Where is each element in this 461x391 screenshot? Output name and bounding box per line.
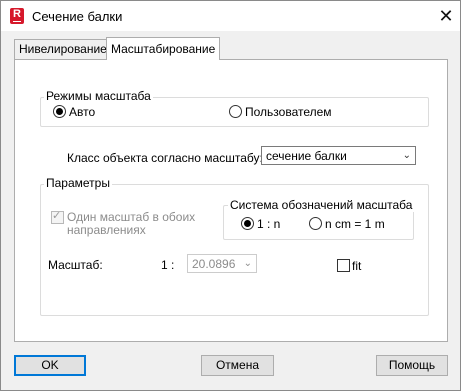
tab-scaling[interactable]: Масштабирование: [106, 37, 221, 60]
object-class-select[interactable]: сечение балки ⌄: [261, 146, 416, 165]
scale-label: Масштаб:: [48, 258, 103, 272]
help-button[interactable]: Помощь: [376, 355, 448, 376]
parameters-title: Параметры: [44, 176, 112, 190]
scale-select[interactable]: 20.0896 ⌄: [187, 254, 257, 273]
dialog-window: R Сечение балки ✕ Нивелирование Масштаби…: [0, 0, 461, 391]
app-logo-letter: R: [13, 8, 21, 20]
radio-auto-label: Авто: [69, 105, 96, 119]
window-title: Сечение балки: [32, 9, 123, 24]
tab-scaling-label: Масштабирование: [111, 42, 216, 56]
fit-label: fit: [352, 259, 362, 273]
scale-prefix: 1 :: [161, 258, 175, 272]
ok-button[interactable]: OK: [14, 355, 86, 376]
radio-notation-1n[interactable]: [241, 217, 254, 230]
title-bar: R Сечение балки ✕: [1, 1, 460, 31]
radio-user-label: Пользователем: [245, 105, 332, 119]
chevron-down-icon: ⌄: [402, 150, 411, 161]
radio-notation-1n-label: 1 : n: [257, 217, 281, 231]
same-scale-label-line2: направлениях: [67, 223, 146, 237]
scale-value: 20.0896: [192, 257, 236, 271]
fit-checkbox[interactable]: [337, 259, 350, 272]
app-logo-icon: R: [10, 8, 24, 24]
close-icon[interactable]: ✕: [437, 7, 455, 25]
same-scale-checkbox[interactable]: ✓: [51, 210, 64, 224]
help-button-label: Помощь: [388, 358, 436, 372]
same-scale-label-line1: Один масштаб в обоих: [67, 210, 196, 224]
object-class-value: сечение балки: [266, 149, 347, 163]
ok-button-label: OK: [41, 358, 59, 372]
chevron-down-icon: ⌄: [243, 258, 252, 269]
cancel-button[interactable]: Отмена: [201, 355, 274, 376]
notation-title: Система обозначений масштаба: [228, 198, 415, 212]
checkmark-icon: ✓: [52, 210, 62, 222]
radio-user[interactable]: [229, 105, 242, 118]
cancel-button-label: Отмена: [215, 358, 260, 372]
radio-notation-cm[interactable]: [309, 217, 322, 230]
scale-modes-title: Режимы масштаба: [44, 89, 153, 103]
tab-leveling-label: Нивелирование: [19, 42, 107, 56]
object-class-label: Класс объекта согласно масштабу:: [67, 151, 263, 165]
radio-auto[interactable]: [53, 105, 66, 118]
radio-notation-cm-label: n cm = 1 m: [325, 217, 385, 231]
tab-leveling[interactable]: Нивелирование: [14, 39, 112, 59]
tab-panel-scaling: Режимы масштаба Авто Пользователем Класс…: [14, 59, 448, 342]
